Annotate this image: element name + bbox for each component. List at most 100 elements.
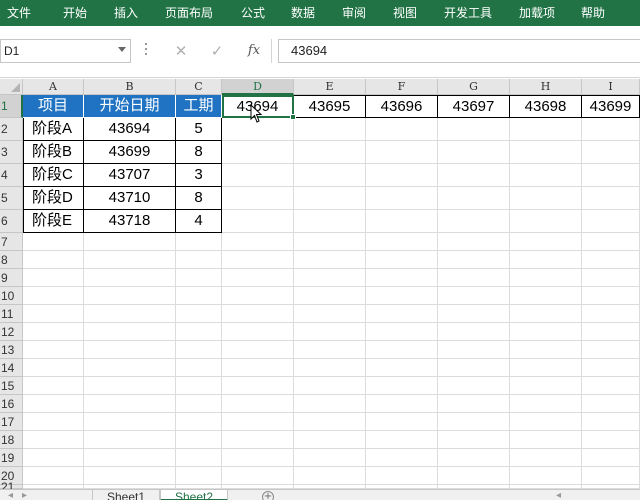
column-header-e[interactable]: E — [294, 79, 366, 95]
grid-cell[interactable] — [510, 413, 582, 431]
tab-page-layout[interactable]: 页面布局 — [165, 0, 213, 26]
table-cell[interactable]: 43710 — [84, 187, 176, 210]
chevron-down-icon[interactable] — [118, 47, 126, 52]
column-header-i[interactable]: I — [582, 79, 640, 95]
tab-help[interactable]: 帮助 — [581, 0, 605, 26]
grid-cell[interactable] — [582, 187, 640, 210]
grid-cell[interactable] — [510, 233, 582, 251]
grid-cell[interactable] — [438, 287, 510, 305]
grid-cell[interactable] — [366, 233, 438, 251]
grid-cell[interactable] — [582, 233, 640, 251]
grid-cell[interactable] — [582, 164, 640, 187]
grid-cell[interactable] — [23, 305, 84, 323]
grid-cell[interactable] — [84, 233, 176, 251]
grid-cell[interactable] — [438, 413, 510, 431]
grid-cell[interactable] — [176, 287, 222, 305]
grid-cell[interactable] — [222, 251, 294, 269]
grid-cell[interactable] — [366, 395, 438, 413]
grid-cell[interactable] — [366, 467, 438, 485]
grid-cell[interactable] — [510, 377, 582, 395]
grid-cell[interactable] — [84, 323, 176, 341]
table-cell[interactable]: 阶段D — [23, 187, 84, 210]
grid-cell[interactable] — [222, 449, 294, 467]
tab-formulas[interactable]: 公式 — [241, 0, 265, 26]
grid-cell[interactable] — [366, 269, 438, 287]
grid-cell[interactable] — [84, 305, 176, 323]
tab-file[interactable]: 文件 — [7, 0, 31, 26]
grid-cell[interactable] — [294, 341, 366, 359]
grid-cell[interactable] — [582, 269, 640, 287]
grid-cell[interactable] — [438, 341, 510, 359]
row-header-6[interactable]: 6 — [0, 210, 23, 233]
grid-cell[interactable] — [222, 431, 294, 449]
grid-cell[interactable] — [176, 395, 222, 413]
row-header-10[interactable]: 10 — [0, 287, 23, 305]
grid-cell[interactable] — [84, 395, 176, 413]
grid-cell[interactable] — [23, 341, 84, 359]
column-header-f[interactable]: F — [366, 79, 438, 95]
grid-cell[interactable] — [84, 269, 176, 287]
grid-cell[interactable] — [438, 164, 510, 187]
grid-cell[interactable] — [84, 467, 176, 485]
sheet-tab-sheet2[interactable]: Sheet2 — [160, 490, 228, 500]
grid-cell[interactable] — [510, 395, 582, 413]
tab-developer[interactable]: 开发工具 — [444, 0, 492, 26]
tab-add-ins[interactable]: 加载项 — [519, 0, 555, 26]
grid-cell[interactable] — [23, 413, 84, 431]
row-header-17[interactable]: 17 — [0, 413, 23, 431]
column-header-h[interactable]: H — [510, 79, 582, 95]
grid-cell[interactable] — [438, 377, 510, 395]
grid-cell[interactable] — [294, 210, 366, 233]
grid-cell[interactable] — [84, 251, 176, 269]
grid-cell[interactable] — [438, 141, 510, 164]
row-header-2[interactable]: 2 — [0, 118, 23, 141]
resize-handle[interactable] — [145, 43, 148, 57]
grid-cell[interactable] — [294, 269, 366, 287]
grid-cell[interactable] — [438, 269, 510, 287]
name-box[interactable]: D1 — [0, 39, 131, 63]
sheet-tab-sheet1[interactable]: Sheet1 — [92, 490, 160, 500]
grid-cell[interactable] — [222, 287, 294, 305]
grid-cell[interactable] — [84, 359, 176, 377]
table-cell[interactable]: 43718 — [84, 210, 176, 233]
table-cell[interactable]: 8 — [176, 187, 222, 210]
grid-cell[interactable] — [176, 467, 222, 485]
grid-cell[interactable] — [23, 269, 84, 287]
grid-cell[interactable] — [84, 377, 176, 395]
table-cell[interactable]: 5 — [176, 118, 222, 141]
grid-cell[interactable] — [84, 341, 176, 359]
grid-cell[interactable] — [510, 323, 582, 341]
grid-cell[interactable] — [366, 305, 438, 323]
grid-cell[interactable] — [176, 305, 222, 323]
grid-cell[interactable] — [366, 141, 438, 164]
table-cell[interactable]: 43707 — [84, 164, 176, 187]
row-header-8[interactable]: 8 — [0, 251, 23, 269]
grid-cell[interactable] — [582, 413, 640, 431]
grid-cell[interactable] — [176, 449, 222, 467]
grid-cell[interactable] — [438, 233, 510, 251]
grid-cell[interactable] — [23, 467, 84, 485]
grid-cell[interactable] — [438, 305, 510, 323]
grid-cell[interactable] — [366, 449, 438, 467]
grid-cell[interactable] — [222, 377, 294, 395]
grid-cell[interactable] — [23, 431, 84, 449]
row-header-14[interactable]: 14 — [0, 359, 23, 377]
grid-cell[interactable] — [438, 251, 510, 269]
grid-cell[interactable] — [366, 323, 438, 341]
grid-cell[interactable] — [176, 233, 222, 251]
date-cell[interactable]: 43698 — [510, 95, 582, 118]
tab-data[interactable]: 数据 — [291, 0, 315, 26]
grid-cell[interactable] — [84, 449, 176, 467]
grid-cell[interactable] — [176, 341, 222, 359]
grid-cell[interactable] — [222, 210, 294, 233]
date-cell[interactable]: 43697 — [438, 95, 510, 118]
grid-cell[interactable] — [438, 431, 510, 449]
row-header-5[interactable]: 5 — [0, 187, 23, 210]
grid-cell[interactable] — [438, 187, 510, 210]
grid-cell[interactable] — [23, 377, 84, 395]
cancel-icon[interactable]: ✕ — [172, 39, 190, 63]
grid-cell[interactable] — [294, 395, 366, 413]
grid-cell[interactable] — [23, 323, 84, 341]
grid-cell[interactable] — [366, 413, 438, 431]
grid-cell[interactable] — [23, 449, 84, 467]
